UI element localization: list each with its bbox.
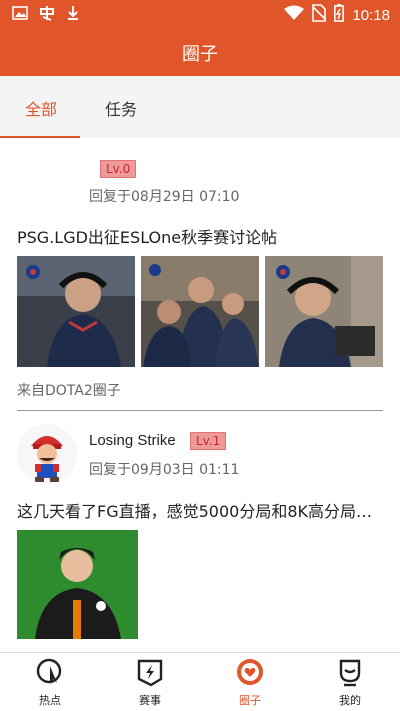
app-bar: 圈子 [0, 28, 400, 76]
reply-time: 回复于09月03日 01:11 [89, 462, 240, 478]
bottom-nav: 热点 赛事 圈子 我的 [0, 652, 400, 711]
app-icon [38, 4, 56, 26]
post-image[interactable] [265, 256, 383, 367]
nav-label: 圈子 [239, 694, 261, 707]
no-sim-icon [311, 4, 328, 26]
nav-label: 热点 [39, 694, 61, 707]
username[interactable]: Losing Strike [89, 432, 176, 449]
divider [17, 410, 383, 411]
post-image[interactable] [141, 256, 259, 367]
nav-match[interactable]: 赛事 [100, 657, 200, 709]
match-icon [100, 657, 200, 691]
battery-icon [334, 4, 345, 26]
status-bar: 10:18 [0, 0, 400, 28]
level-badge: Lv.0 [100, 160, 137, 178]
clock: 10:18 [352, 6, 390, 24]
page-title: 圈子 [182, 44, 218, 65]
post-title[interactable]: PSG.LGD出征ESLOne秋季赛讨论帖 [17, 224, 277, 248]
tab-all[interactable]: 全部 [25, 96, 57, 120]
reply-time: 回复于08月29日 07:10 [89, 189, 240, 205]
image-icon [12, 5, 28, 25]
nav-label: 赛事 [139, 694, 161, 707]
nav-circle[interactable]: 圈子 [200, 657, 300, 709]
post-source[interactable]: 来自DOTA2圈子 [17, 380, 121, 400]
tab-bar: 全部 任务 [0, 76, 400, 138]
post-image-grid [17, 256, 383, 367]
wifi-icon [284, 5, 305, 25]
nav-profile[interactable]: 我的 [300, 657, 400, 709]
avatar[interactable] [17, 424, 77, 484]
profile-icon [300, 657, 400, 691]
nav-hot[interactable]: 热点 [0, 657, 100, 709]
post-image[interactable] [17, 530, 138, 639]
post-image[interactable] [17, 256, 135, 367]
post-title[interactable]: 这几天看了FG直播，感觉5000分局和8K高分局… [17, 498, 383, 522]
post-feed[interactable]: Lv.0 回复于08月29日 07:10 PSG.LGD出征ESLOne秋季赛讨… [0, 138, 400, 652]
download-icon [66, 5, 80, 25]
circle-heart-icon [200, 657, 300, 691]
nav-label: 我的 [339, 694, 361, 707]
tab-task[interactable]: 任务 [105, 96, 137, 120]
level-badge: Lv.1 [190, 432, 227, 450]
hot-icon [0, 657, 100, 691]
